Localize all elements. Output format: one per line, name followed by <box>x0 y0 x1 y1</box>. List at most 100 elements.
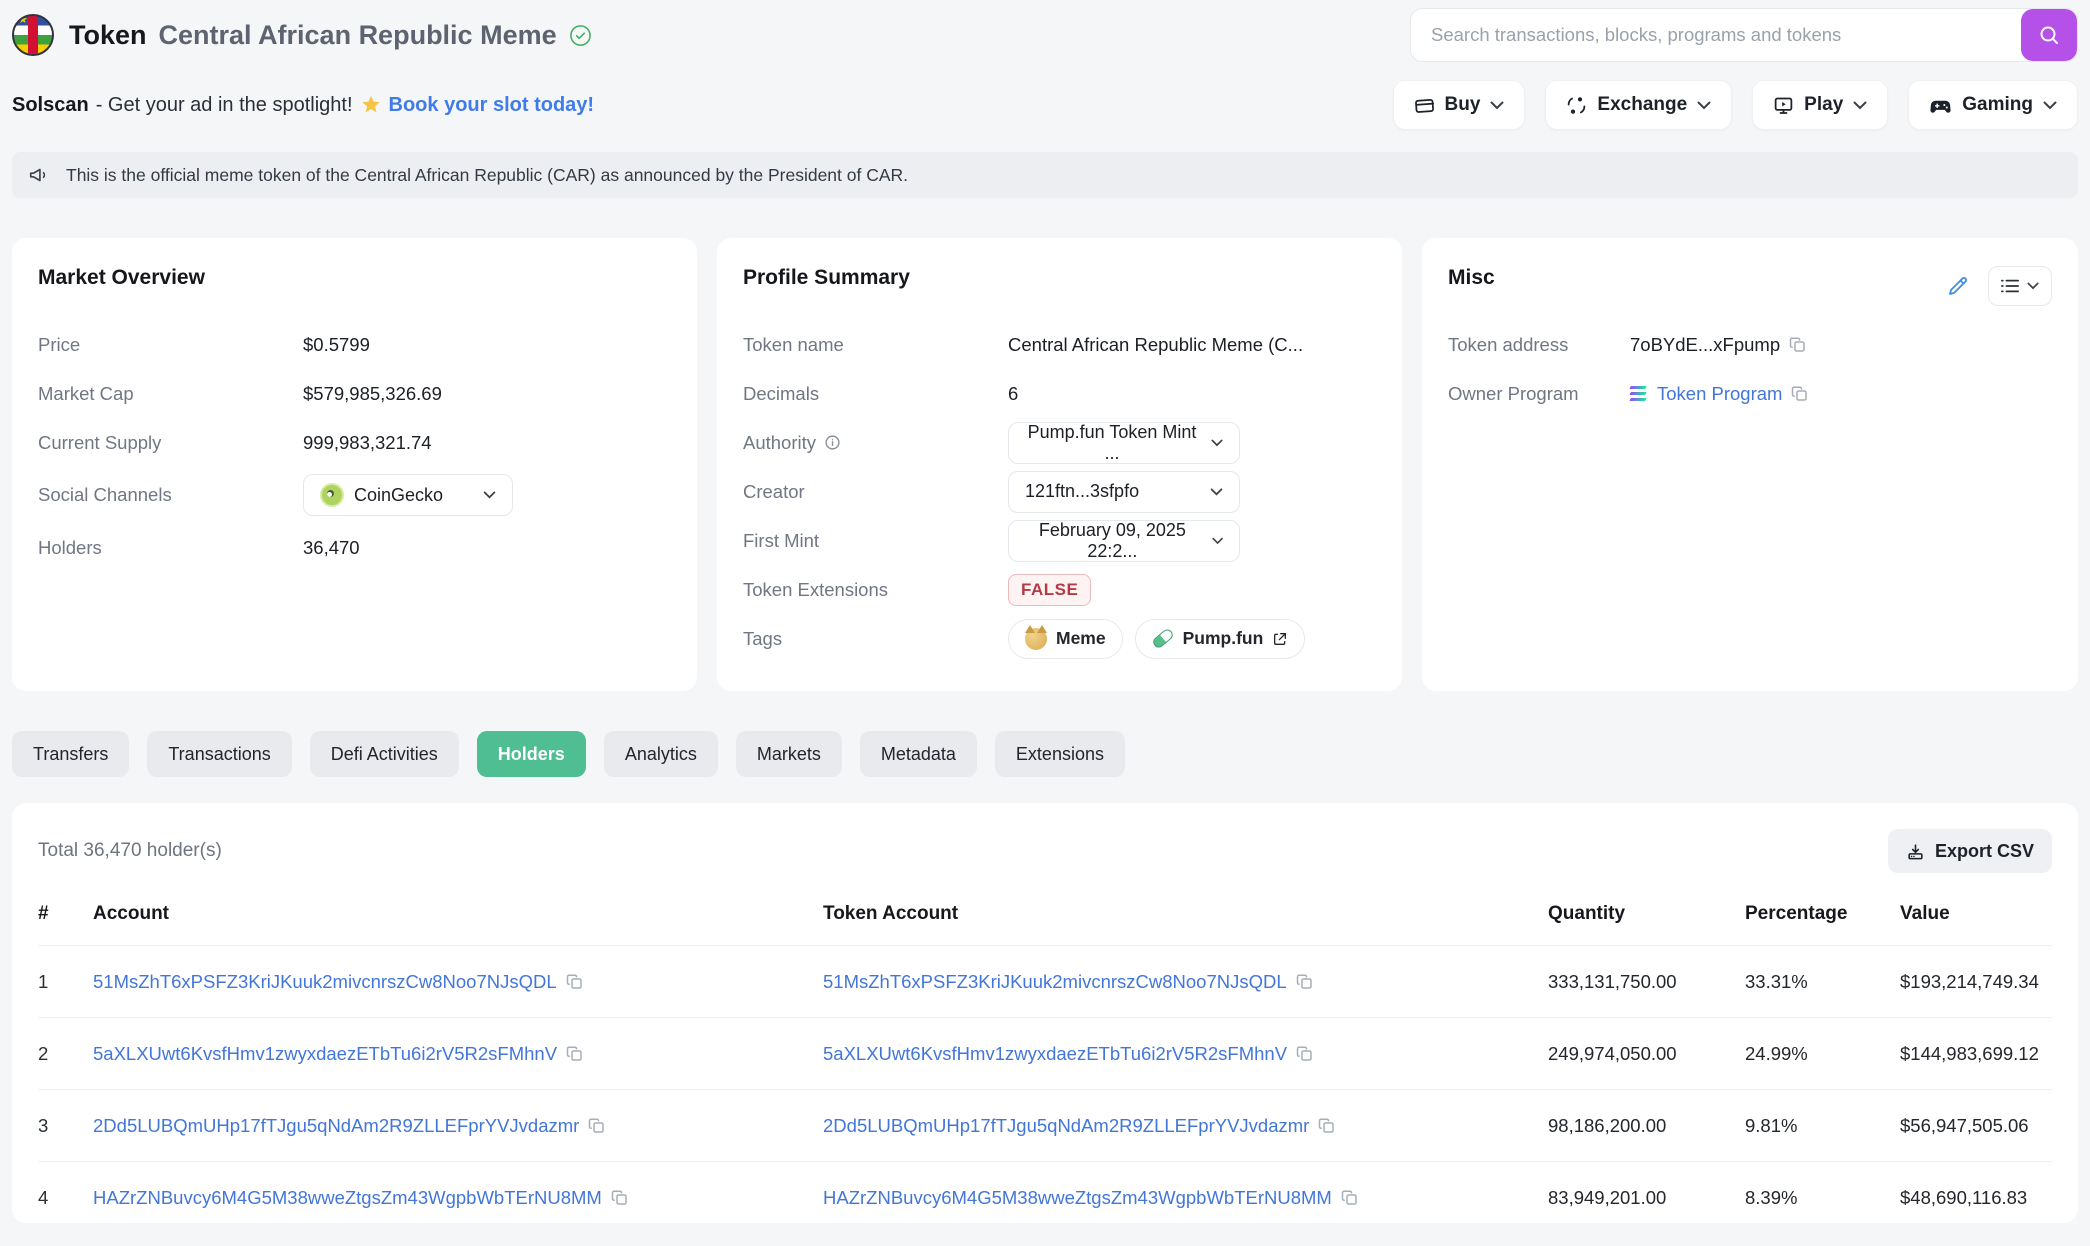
copy-icon[interactable] <box>1296 1045 1314 1063</box>
total-holders-text: Total 36,470 holder(s) <box>38 840 222 861</box>
chevron-down-icon <box>1853 101 1867 109</box>
copy-icon[interactable] <box>1789 336 1807 354</box>
ad-link[interactable]: Book your slot today! <box>389 94 595 117</box>
account-link[interactable]: 51MsZhT6xPSFZ3KriJKuuk2mivcnrszCw8Noo7NJ… <box>93 971 557 993</box>
info-icon[interactable] <box>824 434 841 451</box>
tags-label: Tags <box>743 627 783 649</box>
buy-button[interactable]: Buy <box>1392 80 1526 130</box>
tab[interactable]: Analytics <box>603 731 718 777</box>
price-label: Price <box>38 333 81 355</box>
nav-buttons: Buy Exchange Play Gaming <box>1392 80 2078 130</box>
col-rank: # <box>38 903 49 924</box>
tab[interactable]: Extensions <box>994 731 1125 777</box>
percentage-cell: 24.99% <box>1745 1042 1808 1064</box>
chevron-down-icon <box>1210 487 1223 495</box>
play-button[interactable]: Play <box>1752 80 1889 130</box>
ad-text: - Get your ad in the spotlight! <box>95 93 353 116</box>
supply-row: Current Supply 999,983,321.74 <box>38 418 671 467</box>
supply-label: Current Supply <box>38 431 162 453</box>
table-row: 1 51MsZhT6xPSFZ3KriJKuuk2mivcnrszCw8Noo7… <box>38 945 2052 1017</box>
percentage-cell: 33.31% <box>1745 970 1808 992</box>
token-name-value: Central African Republic Meme (C... <box>1008 333 1304 355</box>
token-account-link[interactable]: 5aXLXUwt6KvsfHmv1zwyxdaezETbTu6i2rV5R2sF… <box>823 1043 1287 1065</box>
swap-icon <box>1568 96 1586 114</box>
chevron-down-icon <box>1212 537 1223 544</box>
page-title: Token Central African Republic Meme <box>69 20 592 51</box>
misc-title: Misc <box>1448 266 1495 289</box>
copy-icon[interactable] <box>1791 385 1809 403</box>
token-account-link[interactable]: HAZrZNBuvcy6M4G5M38wweZtgsZm43WgpbWbTErN… <box>823 1187 1332 1209</box>
ad-banner: Solscan - Get your ad in the spotlight! … <box>12 94 594 117</box>
creator-row: Creator 121ftn...3sfpfo <box>743 467 1376 516</box>
title-prefix: Token <box>69 19 147 50</box>
account-cell: 51MsZhT6xPSFZ3KriJKuuk2mivcnrszCw8Noo7NJ… <box>93 971 823 993</box>
tag-meme[interactable]: Meme <box>1008 618 1123 659</box>
tab[interactable]: Holders <box>476 731 586 777</box>
token-account-cell: 5aXLXUwt6KvsfHmv1zwyxdaezETbTu6i2rV5R2sF… <box>823 1043 1548 1065</box>
creator-dropdown[interactable]: 121ftn...3sfpfo <box>1008 470 1240 513</box>
profile-summary-card: Profile Summary Token name Central Afric… <box>717 238 1402 691</box>
quantity-cell: 249,974,050.00 <box>1548 1042 1677 1064</box>
search-icon <box>2040 26 2058 44</box>
edit-button[interactable] <box>1944 272 1972 300</box>
tab[interactable]: Transfers <box>12 731 130 777</box>
first-mint-dropdown[interactable]: February 09, 2025 22:2... <box>1008 519 1240 562</box>
title-token-name: Central African Republic Meme <box>158 19 557 50</box>
account-link[interactable]: 5aXLXUwt6KvsfHmv1zwyxdaezETbTu6i2rV5R2sF… <box>93 1043 557 1065</box>
token-account-link[interactable]: 2Dd5LUBQmUHp17fTJgu5qNdAm2R9ZLLEFprYVJvd… <box>823 1115 1309 1137</box>
copy-icon[interactable] <box>1318 1117 1336 1135</box>
exchange-label: Exchange <box>1597 94 1688 115</box>
social-channels-dropdown[interactable]: CoinGecko <box>303 474 513 516</box>
owner-program-link[interactable]: Token Program <box>1657 383 1782 405</box>
tag-pumpfun[interactable]: Pump.fun <box>1134 618 1306 659</box>
tab[interactable]: Defi Activities <box>309 731 459 777</box>
list-icon <box>2001 279 2019 293</box>
authority-label: Authority <box>743 431 817 453</box>
download-icon <box>1908 843 1923 859</box>
export-csv-button[interactable]: Export CSV <box>1887 829 2052 873</box>
first-mint-label: First Mint <box>743 529 820 551</box>
chevron-down-icon <box>2027 282 2039 290</box>
copy-icon[interactable] <box>566 973 584 991</box>
market-cap-row: Market Cap $579,985,326.69 <box>38 369 671 418</box>
quantity-cell: 83,949,201.00 <box>1548 1186 1667 1208</box>
copy-icon[interactable] <box>611 1189 629 1207</box>
copy-icon[interactable] <box>588 1117 606 1135</box>
exchange-button[interactable]: Exchange <box>1545 80 1733 130</box>
copy-icon[interactable] <box>1296 973 1314 991</box>
credit-card-icon <box>1414 98 1434 113</box>
gaming-button[interactable]: Gaming <box>1908 80 2078 130</box>
tab[interactable]: Markets <box>735 731 842 777</box>
account-link[interactable]: 2Dd5LUBQmUHp17fTJgu5qNdAm2R9ZLLEFprYVJvd… <box>93 1115 579 1137</box>
chevron-down-icon <box>1211 439 1223 446</box>
token-name-label: Token name <box>743 333 844 355</box>
copy-icon[interactable] <box>1341 1189 1359 1207</box>
tab[interactable]: Metadata <box>859 731 977 777</box>
social-label: Social Channels <box>38 484 172 505</box>
market-cap-label: Market Cap <box>38 382 134 404</box>
decimals-row: Decimals 6 <box>743 369 1376 418</box>
decimals-label: Decimals <box>743 382 820 404</box>
solana-icon <box>1629 386 1647 401</box>
page-header: Token Central African Republic Meme <box>0 0 2090 62</box>
creator-label: Creator <box>743 480 805 502</box>
account-link[interactable]: HAZrZNBuvcy6M4G5M38wweZtgsZm43WgpbWbTErN… <box>93 1187 602 1209</box>
search-input[interactable] <box>1411 9 2021 61</box>
quantity-cell: 98,186,200.00 <box>1548 1114 1667 1136</box>
chevron-down-icon <box>1697 101 1711 109</box>
tab[interactable]: Transactions <box>147 731 292 777</box>
play-label: Play <box>1804 94 1844 115</box>
authority-dropdown[interactable]: Pump.fun Token Mint ... <box>1008 421 1240 464</box>
external-link-icon <box>1274 632 1287 645</box>
list-menu-button[interactable] <box>1988 266 2052 306</box>
tag-meme-label: Meme <box>1056 628 1106 648</box>
holders-panel: Total 36,470 holder(s) Export CSV # Acco… <box>12 803 2078 1223</box>
market-cap-value: $579,985,326.69 <box>303 382 442 404</box>
search-button[interactable] <box>2021 9 2077 61</box>
export-csv-label: Export CSV <box>1934 840 2034 861</box>
token-name-row: Token name Central African Republic Meme… <box>743 320 1376 369</box>
overview-cards: Market Overview Price $0.5799 Market Cap… <box>12 238 2078 691</box>
copy-icon[interactable] <box>566 1045 584 1063</box>
token-account-link[interactable]: 51MsZhT6xPSFZ3KriJKuuk2mivcnrszCw8Noo7NJ… <box>823 971 1287 993</box>
first-mint-row: First Mint February 09, 2025 22:2... <box>743 516 1376 565</box>
